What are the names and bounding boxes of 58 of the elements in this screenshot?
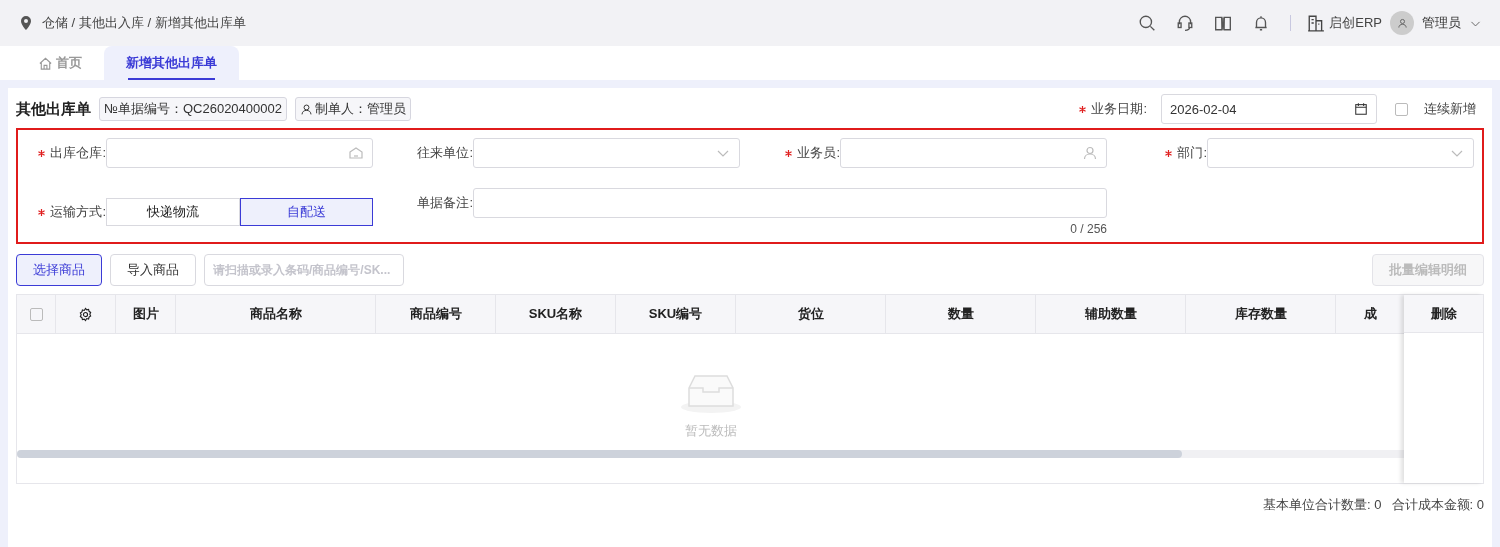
user-icon: [1082, 145, 1098, 161]
field-label: 部门:: [1177, 144, 1207, 162]
field-label: 业务日期:: [1091, 100, 1147, 118]
document-number: №单据编号：QC26020400002: [99, 97, 287, 121]
segment-option[interactable]: 自配送: [239, 198, 373, 226]
empty-message: 暂无数据: [684, 422, 737, 440]
company-name[interactable]: 启创ERP: [1329, 14, 1382, 32]
column-header: SKU名称: [528, 305, 583, 323]
column-header: 商品名称: [249, 305, 302, 323]
book-icon: [1214, 14, 1233, 32]
horizontal-scrollbar[interactable]: [17, 450, 1182, 458]
column-header: 库存数量: [1234, 305, 1287, 323]
checkbox[interactable]: [1395, 102, 1408, 116]
import-goods-button[interactable]: 导入商品: [110, 254, 196, 286]
location-pin-icon: [18, 15, 34, 31]
input-field[interactable]: [840, 138, 1107, 168]
field-label: 单据备注:: [417, 194, 473, 212]
headset-icon: [1176, 14, 1195, 32]
input-field[interactable]: [106, 138, 373, 168]
breadcrumb: 仓储 / 其他出入库 / 新增其他出库单: [42, 14, 246, 32]
user-name[interactable]: 管理员: [1422, 14, 1461, 32]
search-icon: [1138, 14, 1157, 32]
select-goods-button[interactable]: 选择商品: [16, 254, 102, 286]
remark-field[interactable]: [473, 188, 1107, 218]
date-field[interactable]: 2026-02-04: [1161, 94, 1377, 124]
user-icon: [1395, 16, 1409, 30]
creator-label: 制单人：管理员: [315, 100, 406, 118]
field-label: 业务员:: [797, 144, 840, 162]
column-header: 数量: [947, 305, 974, 323]
segment-option[interactable]: 快递物流: [106, 198, 240, 226]
empty-inbox-icon: [678, 372, 743, 414]
checkbox-label: 连续新增: [1424, 100, 1476, 118]
field-label: 往来单位:: [417, 144, 473, 162]
column-header: 货位: [797, 305, 824, 323]
input-field[interactable]: [1207, 138, 1474, 168]
tab[interactable]: 新增其他出库单: [104, 46, 239, 80]
calendar-icon: [1354, 102, 1368, 116]
column-header: 辅助数量: [1084, 305, 1137, 323]
column-header: 商品编号: [409, 305, 462, 323]
scan-input-field[interactable]: 请扫描或录入条码/商品编号/SK...: [204, 254, 404, 286]
home-icon: [38, 55, 53, 71]
form-title: 其他出库单: [16, 99, 91, 119]
checkbox[interactable]: [29, 307, 43, 321]
character-counter: 0 / 256: [1070, 222, 1107, 236]
column-header: SKU编号: [648, 305, 703, 323]
user-icon: [300, 102, 313, 116]
input-field[interactable]: [473, 138, 740, 168]
field-label: 出库仓库:: [50, 144, 106, 162]
settings-icon: [78, 306, 93, 322]
building-icon: [1307, 14, 1326, 32]
column-header: 删除: [1430, 304, 1457, 323]
field-label: 运输方式:: [50, 203, 106, 221]
total-quantity: 基本单位合计数量: 0: [1263, 496, 1382, 514]
total-cost: 合计成本金额: 0: [1391, 496, 1484, 514]
column-header: 成: [1364, 305, 1377, 323]
avatar-icon[interactable]: [1390, 11, 1414, 35]
column-header: 图片: [132, 305, 159, 323]
warehouse-icon: [348, 145, 364, 161]
